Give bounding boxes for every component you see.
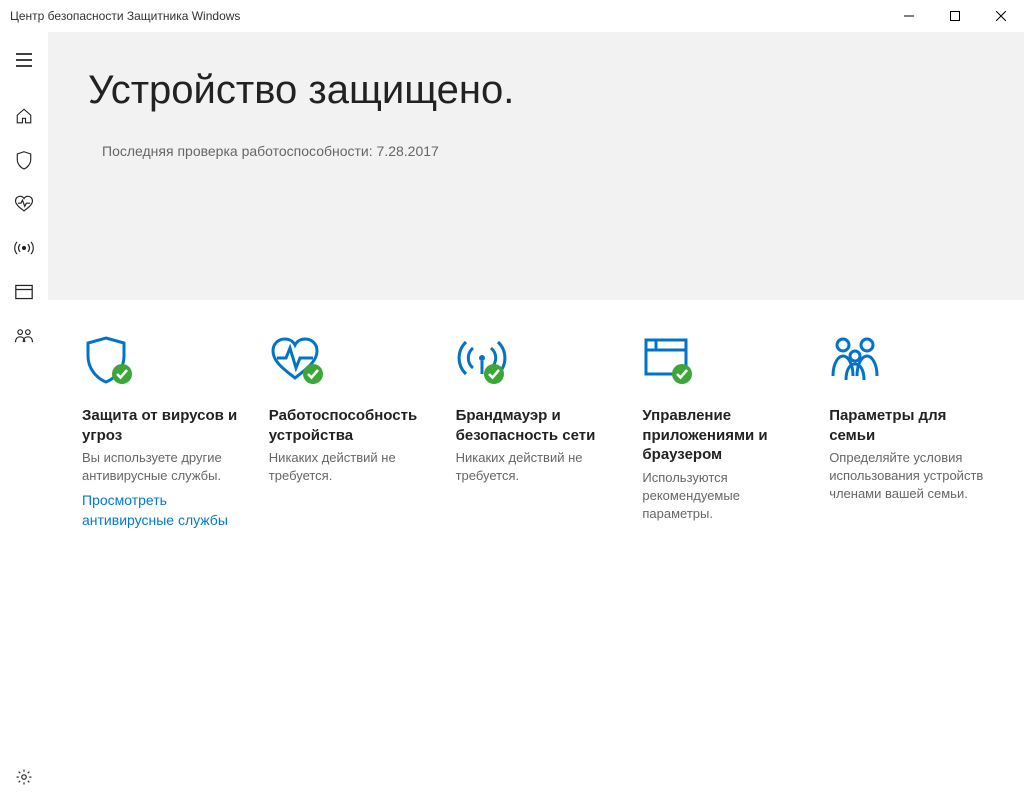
people-icon (14, 328, 34, 344)
sidebar (0, 32, 48, 799)
broadcast-check-icon (456, 336, 514, 388)
people-icon (829, 336, 885, 384)
card-desc: Вы используете другие антивирусные служб… (82, 449, 243, 485)
shield-icon (15, 150, 33, 170)
minimize-icon (904, 11, 914, 21)
sidebar-item-home[interactable] (0, 94, 48, 138)
hamburger-icon (16, 53, 32, 67)
hamburger-button[interactable] (0, 38, 48, 82)
browser-check-icon (642, 336, 698, 388)
card-family[interactable]: Параметры для семьи Определяйте условия … (829, 336, 990, 531)
maximize-button[interactable] (932, 0, 978, 32)
cards-row: Защита от вирусов и угроз Вы используете… (48, 300, 1024, 567)
window-controls (886, 0, 1024, 32)
content: Устройство защищено. Последняя проверка … (48, 32, 1024, 799)
card-title: Брандмауэр и безопасность сети (456, 406, 617, 445)
card-title: Параметры для семьи (829, 406, 990, 445)
sidebar-item-health[interactable] (0, 182, 48, 226)
close-button[interactable] (978, 0, 1024, 32)
close-icon (996, 11, 1006, 21)
sidebar-item-virus[interactable] (0, 138, 48, 182)
sidebar-item-appcontrol[interactable] (0, 270, 48, 314)
titlebar: Центр безопасности Защитника Windows (0, 0, 1024, 32)
card-virus[interactable]: Защита от вирусов и угроз Вы используете… (82, 336, 243, 531)
sidebar-item-settings[interactable] (0, 755, 48, 799)
card-desc: Никаких действий не требуется. (269, 449, 430, 485)
gear-icon (15, 768, 33, 786)
card-health-icon-wrap (269, 336, 430, 392)
card-desc: Используются рекомендуемые параметры. (642, 469, 803, 524)
window-title: Центр безопасности Защитника Windows (10, 9, 886, 23)
heart-check-icon (269, 336, 327, 388)
minimize-button[interactable] (886, 0, 932, 32)
card-desc: Никаких действий не требуется. (456, 449, 617, 485)
card-title: Защита от вирусов и угроз (82, 406, 243, 445)
sidebar-item-family[interactable] (0, 314, 48, 358)
card-link[interactable]: Просмотреть антивирусные службы (82, 491, 243, 530)
shield-check-icon (82, 336, 138, 388)
hero: Устройство защищено. Последняя проверка … (48, 32, 1024, 300)
card-desc: Определяйте условия использования устрой… (829, 449, 990, 504)
card-virus-icon-wrap (82, 336, 243, 392)
card-family-icon-wrap (829, 336, 990, 392)
card-appcontrol-icon-wrap (642, 336, 803, 392)
browser-icon (15, 284, 33, 300)
card-health[interactable]: Работоспособность устройства Никаких дей… (269, 336, 430, 531)
card-firewall-icon-wrap (456, 336, 617, 392)
maximize-icon (950, 11, 960, 21)
broadcast-icon (14, 239, 34, 257)
page-title: Устройство защищено. (88, 68, 984, 113)
last-scan-label: Последняя проверка работоспособности: 7.… (102, 143, 984, 159)
card-appcontrol[interactable]: Управление приложениями и браузером Испо… (642, 336, 803, 531)
card-title: Работоспособность устройства (269, 406, 430, 445)
home-icon (15, 107, 33, 125)
heart-icon (14, 195, 34, 213)
card-firewall[interactable]: Брандмауэр и безопасность сети Никаких д… (456, 336, 617, 531)
sidebar-item-firewall[interactable] (0, 226, 48, 270)
card-title: Управление приложениями и браузером (642, 406, 803, 465)
